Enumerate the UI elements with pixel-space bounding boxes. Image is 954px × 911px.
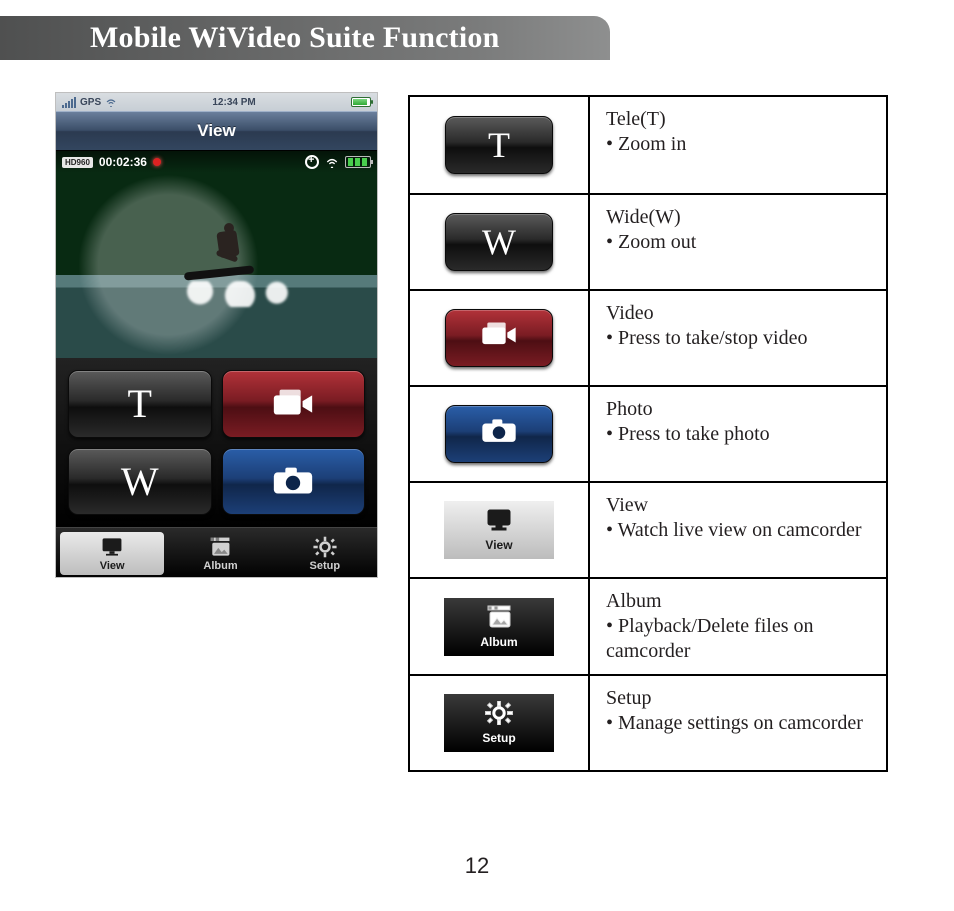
legend-tele-chip: T <box>445 116 553 174</box>
tab-album[interactable]: Album <box>168 528 272 578</box>
wifi-icon <box>105 97 117 107</box>
ios-status-bar: GPS 12:34 PM <box>56 93 377 111</box>
recording-dot-icon <box>153 158 161 166</box>
record-timer: 00:02:36 <box>99 155 147 169</box>
legend-item-desc: Zoom in <box>606 132 872 157</box>
legend-album-caption: Album <box>480 635 517 649</box>
gear-icon <box>485 701 513 728</box>
wifi-icon <box>325 156 339 168</box>
legend-wide-caption: W <box>482 221 516 263</box>
legend-wide-chip: W <box>445 213 553 271</box>
legend-row: Album Album Playback/Delete files on cam… <box>410 577 886 674</box>
zoom-magnifier-icon <box>305 155 319 169</box>
legend-item-name: Setup <box>606 686 872 711</box>
legend-photo-chip <box>445 405 553 463</box>
monitor-icon <box>100 536 124 558</box>
tele-button[interactable]: T <box>68 370 212 438</box>
wide-button[interactable]: W <box>68 448 212 516</box>
legend-item-desc: Zoom out <box>606 230 872 255</box>
legend-table: T Tele(T) Zoom in W Wide(W) Zoom out Vid… <box>408 95 888 772</box>
section-title-text: Mobile WiVideo Suite Function <box>90 21 499 55</box>
legend-item-name: View <box>606 493 872 518</box>
legend-item-desc: Playback/Delete files on camcorder <box>606 614 872 664</box>
legend-row: Video Press to take/stop video <box>410 289 886 385</box>
video-record-button[interactable] <box>222 370 366 438</box>
camcorder-icon <box>270 387 316 421</box>
hd-badge: HD960 <box>62 157 93 168</box>
signal-bars-icon <box>62 97 76 108</box>
tab-album-label: Album <box>203 560 237 572</box>
tele-button-label: T <box>128 380 152 427</box>
legend-item-name: Album <box>606 589 872 614</box>
legend-row: T Tele(T) Zoom in <box>410 97 886 193</box>
page-number-value: 12 <box>465 853 489 878</box>
camera-icon <box>479 416 519 452</box>
legend-setup-caption: Setup <box>482 731 515 745</box>
app-title-bar: View <box>56 111 377 150</box>
legend-video-chip <box>445 309 553 367</box>
status-time: 12:34 PM <box>212 97 255 108</box>
photo-capture-button[interactable] <box>222 448 366 516</box>
album-icon <box>485 605 513 632</box>
legend-view-thumb: View <box>444 501 554 559</box>
app-title-text: View <box>197 121 235 141</box>
legend-row: View View Watch live view on camcorder <box>410 481 886 577</box>
monitor-icon <box>485 508 513 535</box>
tab-view[interactable]: View <box>60 532 164 575</box>
legend-item-name: Photo <box>606 397 872 422</box>
page-number: 12 <box>0 853 954 879</box>
legend-item-name: Tele(T) <box>606 107 872 132</box>
legend-item-desc: Press to take photo <box>606 422 872 447</box>
tab-setup-label: Setup <box>310 560 341 572</box>
legend-album-thumb: Album <box>444 598 554 656</box>
camcorder-battery-icon <box>345 156 371 168</box>
camcorder-icon <box>479 320 519 356</box>
legend-row: W Wide(W) Zoom out <box>410 193 886 289</box>
wide-button-label: W <box>121 458 159 505</box>
legend-item-desc: Manage settings on camcorder <box>606 711 872 736</box>
legend-view-caption: View <box>485 538 512 552</box>
section-title: Mobile WiVideo Suite Function <box>0 16 610 60</box>
legend-item-desc: Watch live view on camcorder <box>606 518 872 543</box>
tab-bar: View Album Setup <box>56 527 377 578</box>
phone-mockup: GPS 12:34 PM View HD960 00:02:36 <box>55 92 378 578</box>
control-grid: T W <box>56 358 377 527</box>
battery-icon <box>351 97 371 107</box>
camera-icon <box>270 464 316 498</box>
live-view-area[interactable]: HD960 00:02:36 <box>56 150 377 358</box>
video-overlay-bar: HD960 00:02:36 <box>56 151 377 173</box>
album-icon <box>208 536 232 558</box>
gear-icon <box>313 536 337 558</box>
legend-tele-caption: T <box>488 124 510 166</box>
tab-view-label: View <box>100 560 125 572</box>
legend-row: Photo Press to take photo <box>410 385 886 481</box>
legend-item-name: Video <box>606 301 872 326</box>
legend-setup-thumb: Setup <box>444 694 554 752</box>
legend-row: Setup Setup Manage settings on camcorder <box>410 674 886 770</box>
carrier-label: GPS <box>80 97 101 108</box>
legend-item-desc: Press to take/stop video <box>606 326 872 351</box>
legend-item-name: Wide(W) <box>606 205 872 230</box>
water-splash-shape <box>152 281 312 307</box>
tab-setup[interactable]: Setup <box>273 528 377 578</box>
